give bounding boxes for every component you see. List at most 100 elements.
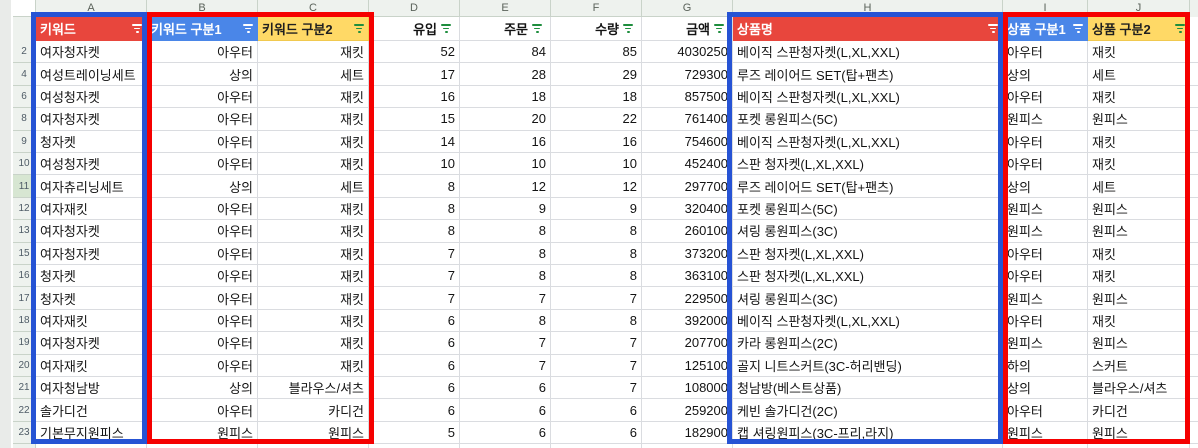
cell-i11[interactable]: 상의 [1003, 175, 1088, 198]
cell-e23[interactable]: 6 [460, 421, 551, 445]
cell-f16[interactable]: 8 [551, 265, 642, 288]
cell-g15[interactable]: 373200 [642, 242, 733, 265]
cell-g23[interactable]: 182900 [642, 421, 733, 445]
cell-i15[interactable]: 아우터 [1003, 242, 1088, 265]
cell-b19[interactable]: 아우터 [147, 332, 258, 355]
cell-j19[interactable]: 원피스 [1088, 332, 1190, 355]
row-header-4[interactable]: 4 [13, 63, 36, 86]
cell-a23[interactable]: 기본무지원피스 [36, 421, 147, 445]
cell-f12[interactable]: 9 [551, 197, 642, 221]
cell-f13[interactable]: 8 [551, 220, 642, 243]
cell-e9[interactable]: 16 [460, 130, 551, 153]
cell-j17[interactable]: 원피스 [1088, 287, 1190, 310]
cell-b9[interactable]: 아우터 [147, 130, 258, 153]
cell-j9[interactable]: 재킷 [1088, 130, 1190, 153]
cell-c2[interactable]: 재킷 [258, 41, 369, 64]
cell-d22[interactable]: 6 [369, 399, 460, 422]
cell-c16[interactable]: 재킷 [258, 265, 369, 288]
column-letter-g[interactable]: G [642, 0, 733, 17]
cell-e18[interactable]: 8 [460, 309, 551, 333]
cell-b11[interactable]: 상의 [147, 175, 258, 198]
row-header-8[interactable]: 8 [13, 108, 36, 131]
cell-c17[interactable]: 재킷 [258, 287, 369, 310]
cell-b16[interactable]: 아우터 [147, 265, 258, 288]
cell-j18[interactable]: 재킷 [1088, 309, 1190, 333]
cell-d19[interactable]: 6 [369, 332, 460, 355]
cell-g10[interactable]: 452400 [642, 153, 733, 176]
cell-b22[interactable]: 아우터 [147, 399, 258, 422]
cell-d12[interactable]: 8 [369, 197, 460, 221]
cell-a6[interactable]: 여성청자켓 [36, 85, 147, 109]
cell-e20[interactable]: 7 [460, 354, 551, 377]
cell-b23[interactable]: 원피스 [147, 421, 258, 445]
cell-h13[interactable]: 셔링 롱원피스(3C) [733, 220, 1003, 243]
filter-icon[interactable] [1073, 24, 1083, 33]
column-letter-b[interactable]: B [147, 0, 258, 17]
cell-c12[interactable]: 재킷 [258, 197, 369, 221]
cell-j21[interactable]: 블라우스/셔츠 [1088, 377, 1190, 400]
column-letter-a[interactable]: A [36, 0, 147, 17]
cell-e6[interactable]: 18 [460, 85, 551, 109]
cell-h22[interactable]: 케빈 솔가디건(2C) [733, 399, 1003, 422]
cell-i21[interactable]: 상의 [1003, 377, 1088, 400]
column-letter-e[interactable]: E [460, 0, 551, 17]
column-header-d[interactable]: 유입 [369, 17, 460, 41]
cell-f8[interactable]: 22 [551, 108, 642, 131]
cell-e11[interactable]: 12 [460, 175, 551, 198]
filter-icon[interactable] [1175, 24, 1185, 33]
cell-e17[interactable]: 7 [460, 287, 551, 310]
filter-icon[interactable] [354, 24, 364, 33]
cell-f11[interactable]: 12 [551, 175, 642, 198]
cell-d11[interactable]: 8 [369, 175, 460, 198]
row-header-16[interactable]: 16 [13, 265, 36, 288]
cell-i2[interactable]: 아우터 [1003, 41, 1088, 64]
cell-d21[interactable]: 6 [369, 377, 460, 400]
cell-d20[interactable]: 6 [369, 354, 460, 377]
filter-icon[interactable] [441, 24, 451, 33]
cell-c10[interactable]: 재킷 [258, 153, 369, 176]
column-letter-h[interactable]: H [733, 0, 1003, 17]
cell-g2[interactable]: 4030250 [642, 41, 733, 64]
cell-j10[interactable]: 재킷 [1088, 153, 1190, 176]
cell-a20[interactable]: 여자재킷 [36, 354, 147, 377]
row-header-20[interactable]: 20 [13, 354, 36, 377]
cell-f18[interactable]: 8 [551, 309, 642, 333]
cell-d10[interactable]: 10 [369, 153, 460, 176]
column-header-c[interactable]: 키워드 구분2 [258, 17, 369, 41]
cell-g6[interactable]: 857500 [642, 85, 733, 109]
row-header-15[interactable]: 15 [13, 242, 36, 265]
row-header-23[interactable]: 23 [13, 421, 36, 445]
cell-b12[interactable]: 아우터 [147, 197, 258, 221]
cell-c19[interactable]: 재킷 [258, 332, 369, 355]
cell-b20[interactable]: 아우터 [147, 354, 258, 377]
cell-b18[interactable]: 아우터 [147, 309, 258, 333]
cell-g18[interactable]: 392000 [642, 309, 733, 333]
cell-e10[interactable]: 10 [460, 153, 551, 176]
cell-e4[interactable]: 28 [460, 63, 551, 86]
column-header-e[interactable]: 주문 [460, 17, 551, 41]
cell-b21[interactable]: 상의 [147, 377, 258, 400]
cell-h19[interactable]: 카라 롱원피스(2C) [733, 332, 1003, 355]
row-header-13[interactable]: 13 [13, 220, 36, 243]
cell-i10[interactable]: 아우터 [1003, 153, 1088, 176]
row-header-21[interactable]: 21 [13, 377, 36, 400]
cell-c6[interactable]: 재킷 [258, 85, 369, 109]
column-letter-c[interactable]: C [258, 0, 369, 17]
cell-a8[interactable]: 여자청자켓 [36, 108, 147, 131]
cell-d18[interactable]: 6 [369, 309, 460, 333]
cell-d4[interactable]: 17 [369, 63, 460, 86]
cell-i19[interactable]: 원피스 [1003, 332, 1088, 355]
cell-j12[interactable]: 원피스 [1088, 197, 1190, 221]
cell-b17[interactable]: 아우터 [147, 287, 258, 310]
cell-f22[interactable]: 6 [551, 399, 642, 422]
row-header-10[interactable]: 10 [13, 153, 36, 176]
cell-h21[interactable]: 청남방(베스트상품) [733, 377, 1003, 400]
column-header-j[interactable]: 상품 구분2 [1088, 17, 1190, 41]
cell-c21[interactable]: 블라우스/셔츠 [258, 377, 369, 400]
column-header-a[interactable]: 키워드 [36, 17, 147, 41]
cell-h11[interactable]: 루즈 레이어드 SET(탑+팬츠) [733, 175, 1003, 198]
cell-d17[interactable]: 7 [369, 287, 460, 310]
cell-h8[interactable]: 포켓 롱원피스(5C) [733, 108, 1003, 131]
row-header-6[interactable]: 6 [13, 85, 36, 109]
cell-h17[interactable]: 셔링 롱원피스(3C) [733, 287, 1003, 310]
